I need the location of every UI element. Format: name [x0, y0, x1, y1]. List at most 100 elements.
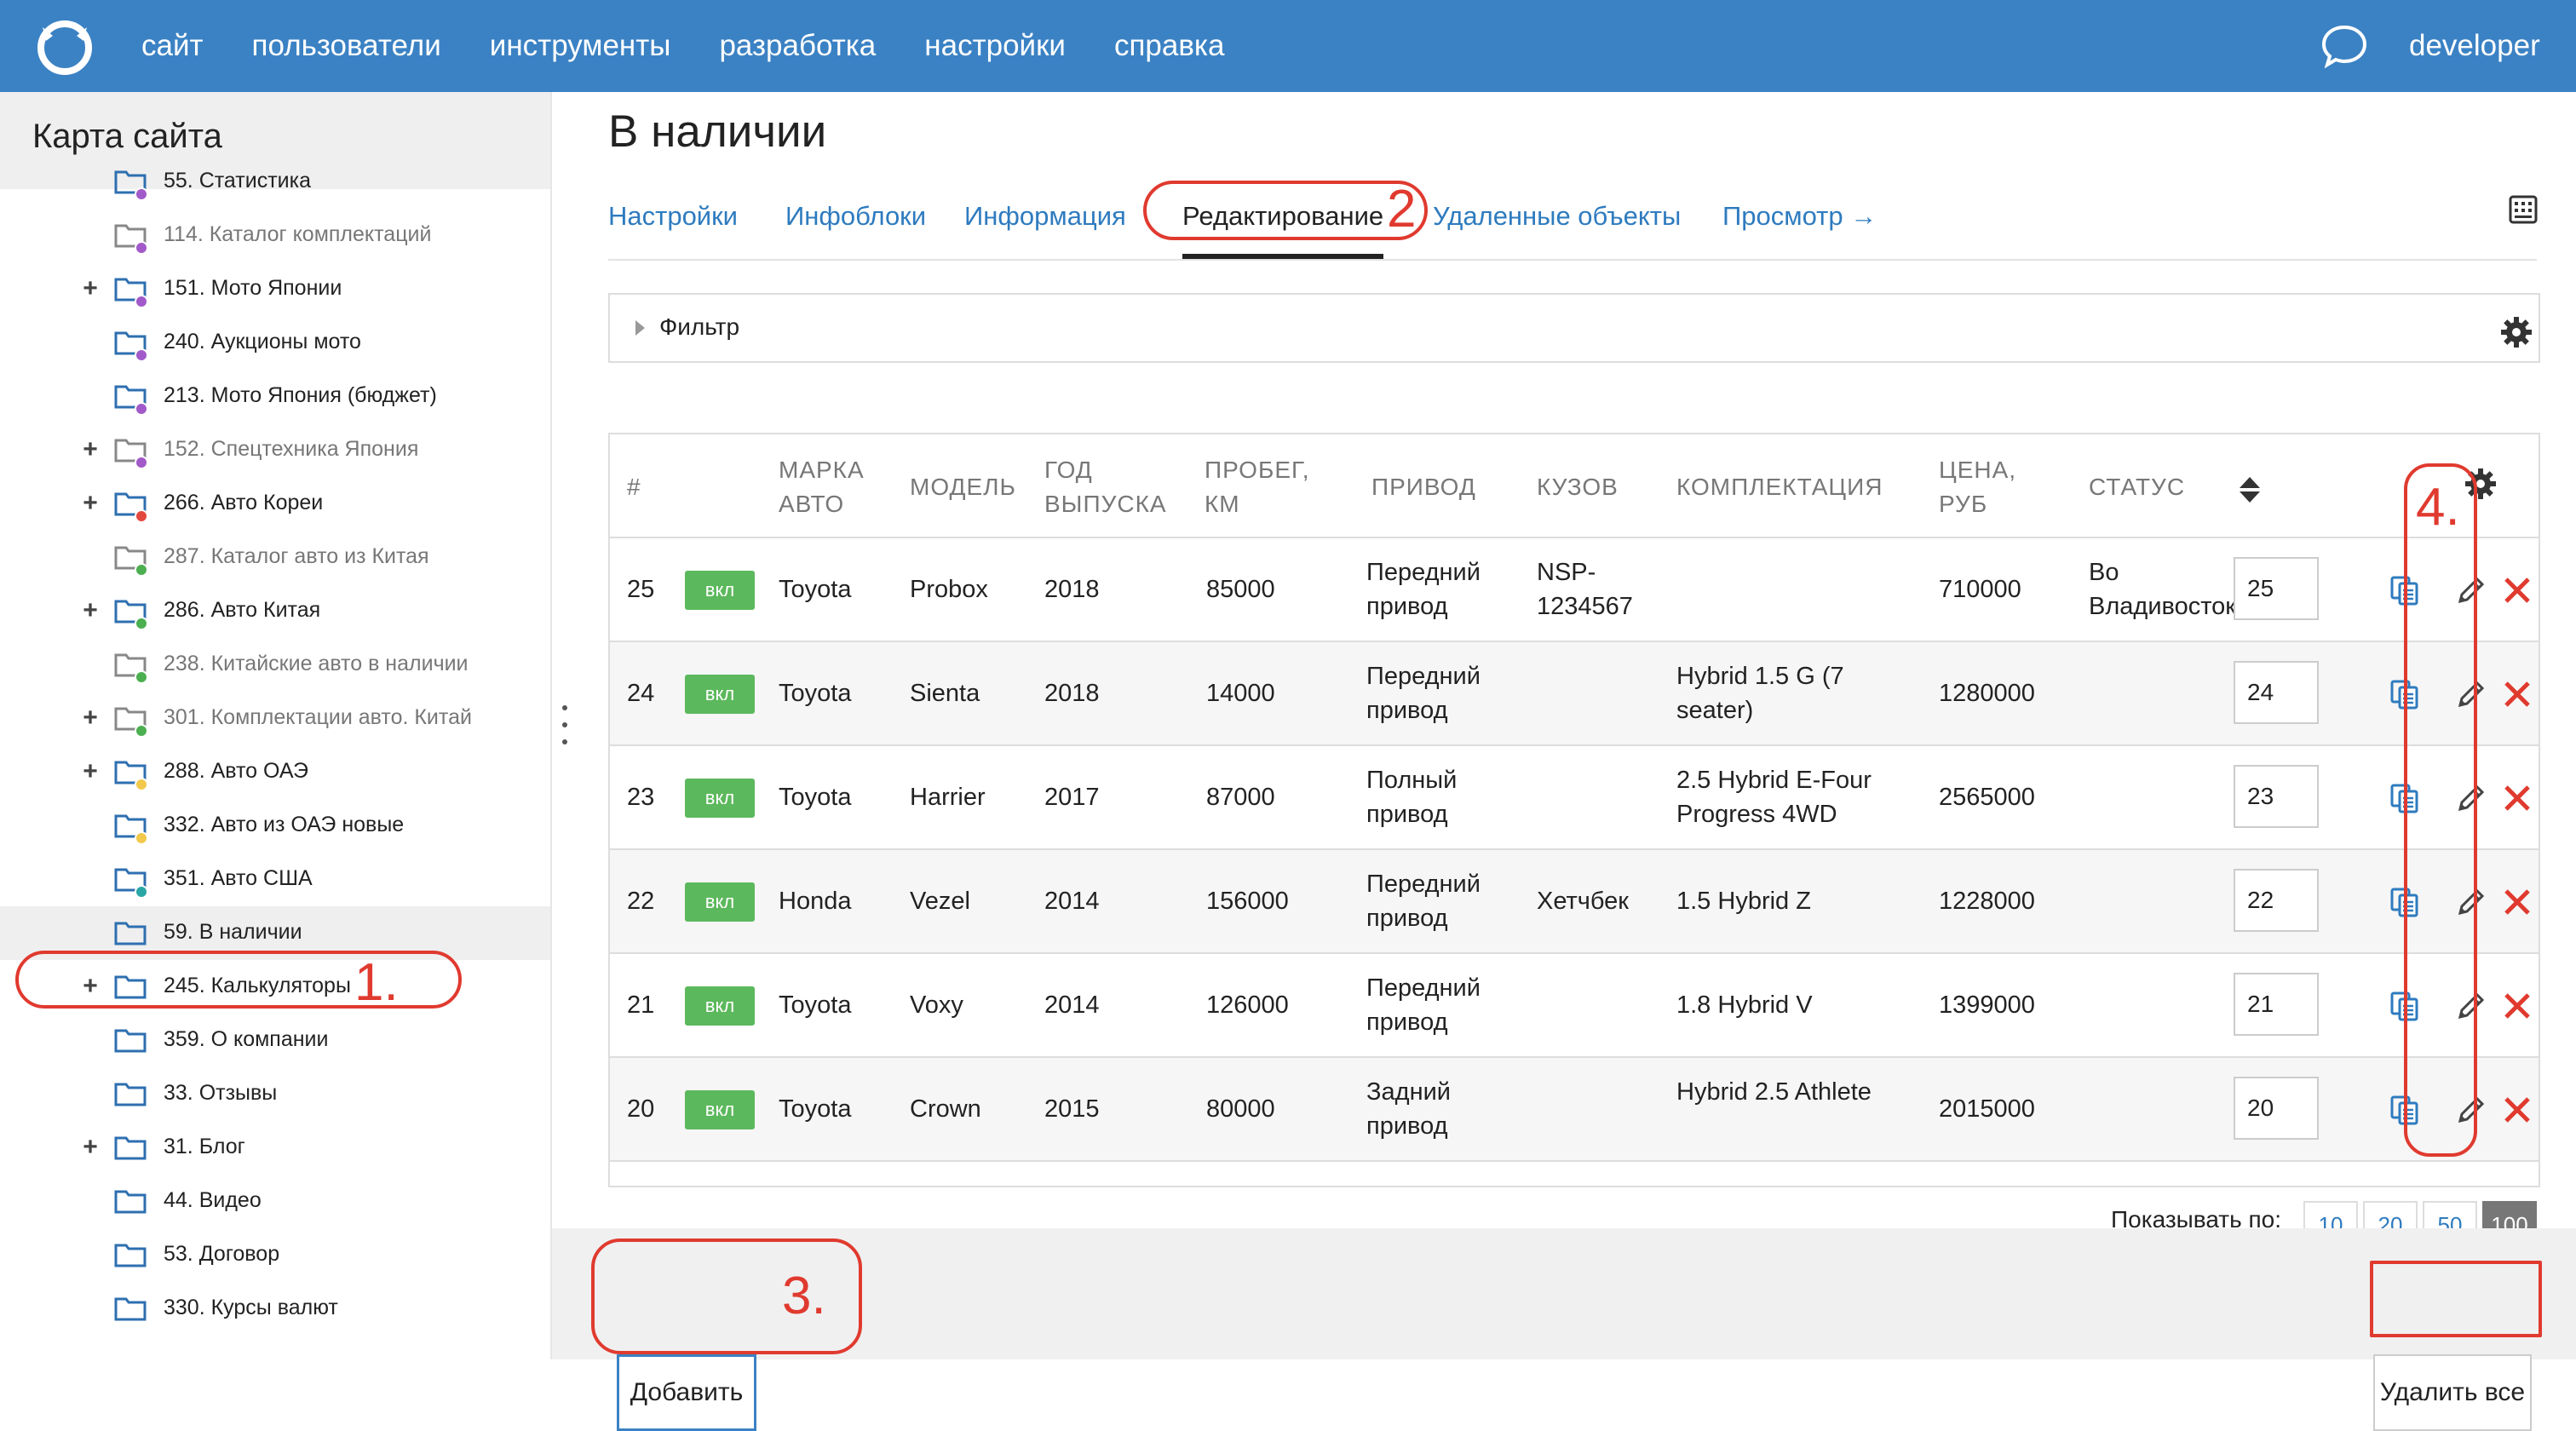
- delete-x-icon[interactable]: [2499, 572, 2535, 608]
- enabled-badge[interactable]: вкл: [685, 882, 755, 922]
- nav-item-4[interactable]: настройки: [924, 29, 1066, 63]
- annotation-oval-4: [2404, 463, 2477, 1157]
- expand-plus-icon[interactable]: +: [80, 1133, 101, 1162]
- filter-panel[interactable]: Фильтр: [608, 293, 2540, 363]
- sidebar-item[interactable]: +301. Комплектации авто. Китай: [0, 692, 550, 745]
- nav-item-1[interactable]: пользователи: [252, 29, 441, 63]
- sidebar-item[interactable]: 240. Аукционы мото: [0, 316, 550, 370]
- logo-icon[interactable]: [34, 15, 95, 77]
- sidebar-item[interactable]: 287. Каталог авто из Китая: [0, 531, 550, 584]
- delete-x-icon[interactable]: [2499, 676, 2535, 712]
- enabled-badge[interactable]: вкл: [685, 675, 755, 714]
- sidebar-item[interactable]: 213. Мото Япония (бюджет): [0, 370, 550, 423]
- sidebar-item[interactable]: 55. Статистика: [0, 155, 550, 209]
- sidebar-item-label: 152. Спецтехника Япония: [164, 437, 419, 461]
- tab-information[interactable]: Информация: [964, 201, 1126, 232]
- sidebar-item[interactable]: 33. Отзывы: [0, 1067, 550, 1121]
- delete-x-icon[interactable]: [2499, 988, 2535, 1024]
- add-button[interactable]: Добавить: [617, 1354, 756, 1431]
- enabled-badge[interactable]: вкл: [685, 986, 755, 1026]
- status-dot-icon: [135, 617, 148, 630]
- delete-all-button[interactable]: Удалить все: [2373, 1354, 2532, 1431]
- grid-view-icon[interactable]: [2508, 194, 2539, 225]
- folder-icon: [114, 1083, 147, 1106]
- sidebar-item[interactable]: 114. Каталог комплектаций: [0, 209, 550, 262]
- expand-plus-icon[interactable]: +: [80, 596, 101, 625]
- sort-order-input[interactable]: 24: [2234, 661, 2319, 724]
- sort-order-input[interactable]: 20: [2234, 1077, 2319, 1140]
- sort-order-input[interactable]: 25: [2234, 557, 2319, 620]
- sidebar-item-label: 59. В наличии: [164, 920, 302, 944]
- sort-order-input[interactable]: 22: [2234, 869, 2319, 932]
- chat-icon[interactable]: [2319, 20, 2370, 72]
- delete-x-icon[interactable]: [2499, 1092, 2535, 1128]
- drive-cell: Передний привод: [1366, 663, 1481, 724]
- tab-settings[interactable]: Настройки: [608, 201, 738, 232]
- table-header: # МАРКА АВТО МОДЕЛЬ ГОД ВЫПУСКА ПРОБЕГ, …: [610, 434, 2539, 538]
- table-row[interactable]: 24 Toyota Sienta 2018 14000 Передний привод Hy…: [610, 642, 2539, 746]
- sidebar-item[interactable]: 351. Авто США: [0, 853, 550, 906]
- user-menu[interactable]: developer: [2409, 0, 2540, 92]
- brand-cell: Toyota: [779, 784, 852, 811]
- status-dot-icon: [135, 187, 148, 201]
- table-row[interactable]: 23 Toyota Harrier 2017 87000 Полный привод 2.5…: [610, 746, 2539, 850]
- nav-item-2[interactable]: инструменты: [490, 29, 671, 63]
- model-cell: Voxy: [910, 991, 963, 1019]
- drive-cell: Задний привод: [1366, 1078, 1451, 1140]
- sidebar-item[interactable]: +31. Блог: [0, 1121, 550, 1175]
- expand-plus-icon[interactable]: +: [80, 435, 101, 464]
- nav-item-3[interactable]: разработка: [719, 29, 876, 63]
- status-dot-icon: [135, 885, 148, 899]
- sidebar-item[interactable]: +152. Спецтехника Япония: [0, 423, 550, 477]
- row-id: 25: [627, 576, 655, 603]
- sidebar-item[interactable]: +151. Мото Японии: [0, 262, 550, 316]
- expand-plus-icon[interactable]: +: [80, 489, 101, 518]
- nav-item-0[interactable]: сайт: [141, 29, 204, 63]
- model-cell: Crown: [910, 1095, 981, 1123]
- price-cell: 1280000: [1939, 680, 2035, 707]
- status-dot-icon: [135, 456, 148, 469]
- enabled-badge[interactable]: вкл: [685, 779, 755, 818]
- tab-preview[interactable]: Просмотр →: [1722, 201, 1877, 232]
- gear-icon[interactable]: [2499, 315, 2533, 349]
- delete-x-icon[interactable]: [2499, 884, 2535, 920]
- enabled-badge[interactable]: вкл: [685, 1090, 755, 1129]
- expand-plus-icon[interactable]: +: [80, 704, 101, 733]
- nav-item-5[interactable]: справка: [1114, 29, 1225, 63]
- sort-icon[interactable]: [2237, 475, 2263, 504]
- sidebar-item[interactable]: +266. Авто Кореи: [0, 477, 550, 531]
- column-header-body: КУЗОВ: [1537, 474, 1619, 500]
- sidebar-item[interactable]: +286. Авто Китая: [0, 584, 550, 638]
- column-header-drive: ПРИВОД: [1371, 474, 1476, 500]
- table-row[interactable]: 22 Honda Vezel 2014 156000 Передний привод Хет…: [610, 850, 2539, 954]
- sort-order-input[interactable]: 21: [2234, 973, 2319, 1036]
- sidebar-item[interactable]: +288. Авто ОАЭ: [0, 745, 550, 799]
- sidebar-item[interactable]: 238. Китайские авто в наличии: [0, 638, 550, 692]
- sidebar-item[interactable]: 44. Видео: [0, 1175, 550, 1228]
- price-cell: 1228000: [1939, 888, 2035, 915]
- sidebar-item[interactable]: 330. Курсы валют: [0, 1282, 550, 1336]
- sidebar-item-label: 266. Авто Кореи: [164, 491, 324, 514]
- filter-label[interactable]: Фильтр: [659, 313, 739, 341]
- tab-deleted-objects[interactable]: Удаленные объекты: [1433, 201, 1681, 232]
- tab-infoblocks[interactable]: Инфоблоки: [785, 201, 926, 232]
- table-row[interactable]: 21 Toyota Voxy 2014 126000 Передний привод 1.8…: [610, 954, 2539, 1058]
- top-navbar: сайт пользователи инструменты разработка нас…: [0, 0, 2576, 92]
- table-row[interactable]: 25 Toyota Probox 2018 85000 Передний привод NS…: [610, 538, 2539, 642]
- body-cell: NSP-1234567: [1537, 559, 1633, 620]
- expand-plus-icon[interactable]: +: [80, 274, 101, 303]
- column-header-status: СТАТУС: [2089, 474, 2186, 500]
- annotation-label-3: 3.: [782, 1267, 826, 1325]
- sidebar-item[interactable]: 332. Авто из ОАЭ новые: [0, 799, 550, 853]
- table-row[interactable]: 20 Toyota Crown 2015 80000 Задний привод Hybri…: [610, 1058, 2539, 1162]
- items-table: # МАРКА АВТО МОДЕЛЬ ГОД ВЫПУСКА ПРОБЕГ, …: [608, 433, 2540, 1187]
- year-cell: 2014: [1044, 991, 1100, 1019]
- expand-plus-icon[interactable]: +: [80, 757, 101, 786]
- folder-icon: [114, 922, 147, 945]
- sort-order-input[interactable]: 23: [2234, 765, 2319, 828]
- delete-x-icon[interactable]: [2499, 780, 2535, 816]
- sidebar-item[interactable]: 359. О компании: [0, 1014, 550, 1067]
- expand-arrow-icon[interactable]: [635, 320, 645, 336]
- sidebar-item[interactable]: 53. Договор: [0, 1228, 550, 1282]
- enabled-badge[interactable]: вкл: [685, 571, 755, 610]
